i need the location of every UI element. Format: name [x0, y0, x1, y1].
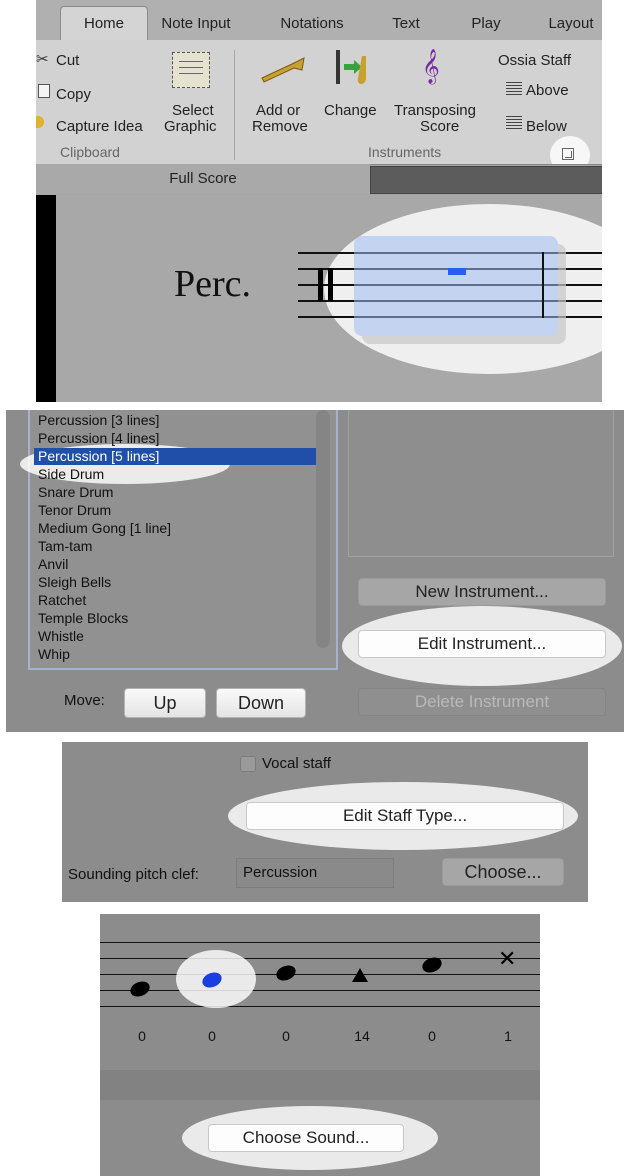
- full-score-tab[interactable]: Full Score: [36, 164, 370, 194]
- edit-instrument-button[interactable]: Edit Instrument...: [358, 630, 606, 658]
- measure-selection[interactable]: [354, 236, 558, 336]
- note-value-label: 0: [208, 1028, 216, 1044]
- sound-editor: ✕ 0 0 0 14 0 1 Choose Sound...: [100, 914, 540, 1176]
- list-item[interactable]: Temple Blocks: [38, 610, 128, 627]
- list-item[interactable]: Medium Gong [1 line]: [38, 520, 171, 537]
- list-item[interactable]: Percussion [3 lines]: [38, 412, 159, 429]
- clipboard-group-label: Clipboard: [60, 144, 120, 160]
- list-item[interactable]: Tam-tam: [38, 538, 92, 555]
- select-graphic-icon: [172, 52, 210, 88]
- score-left-bar: [36, 195, 56, 402]
- trumpet-icon: [258, 56, 308, 84]
- list-item[interactable]: Percussion [4 lines]: [38, 430, 159, 447]
- note-value-label: 0: [428, 1028, 436, 1044]
- tab-note-input[interactable]: Note Input: [146, 10, 246, 38]
- staff-line: [100, 1006, 540, 1007]
- staff-dialog: Vocal staff Edit Staff Type... Sounding …: [62, 742, 588, 902]
- barline: [542, 252, 544, 318]
- transposing-line1[interactable]: Transposing: [394, 102, 476, 119]
- ossia-below-button[interactable]: Below: [526, 118, 567, 135]
- move-label: Move:: [64, 692, 105, 709]
- choose-clef-button[interactable]: Choose...: [442, 858, 564, 886]
- vocal-staff-label: Vocal staff: [262, 755, 331, 772]
- tab-text[interactable]: Text: [376, 10, 436, 38]
- choose-sound-button[interactable]: Choose Sound...: [208, 1124, 404, 1152]
- add-remove-line1[interactable]: Add or: [256, 102, 300, 119]
- instrument-dialog: Percussion [3 lines] Percussion [4 lines…: [6, 410, 624, 732]
- list-item[interactable]: Anvil: [38, 556, 68, 573]
- edit-staff-type-button[interactable]: Edit Staff Type...: [246, 802, 564, 830]
- note-value-label: 0: [138, 1028, 146, 1044]
- move-down-button[interactable]: Down: [216, 688, 306, 718]
- instrument-name-label: Perc.: [174, 263, 252, 305]
- score-tab-empty: [370, 166, 602, 194]
- cut-button[interactable]: Cut: [56, 52, 79, 69]
- tab-home[interactable]: Home: [60, 10, 148, 38]
- tab-layout[interactable]: Layout: [536, 10, 602, 38]
- notehead[interactable]: [128, 978, 152, 1000]
- select-graphic-line2[interactable]: Graphic: [164, 118, 217, 135]
- ribbon-panel: Home Note Input Notations Text Play Layo…: [36, 0, 602, 402]
- ossia-staff-label: Ossia Staff: [498, 52, 572, 69]
- copy-icon: [38, 84, 50, 98]
- note-value-label: 1: [504, 1028, 512, 1044]
- ossia-above-icon: [506, 82, 522, 96]
- list-item-selected[interactable]: Percussion [5 lines]: [38, 448, 159, 465]
- transposing-line2[interactable]: Score: [420, 118, 459, 135]
- staff-line: [100, 958, 540, 959]
- add-remove-line2[interactable]: Remove: [252, 118, 308, 135]
- scissors-icon: ✂: [36, 51, 49, 68]
- staff-line: [100, 942, 540, 943]
- dialog-launcher-icon[interactable]: [562, 148, 574, 160]
- copy-button[interactable]: Copy: [56, 86, 91, 103]
- transposing-score-icon: 𝄞: [422, 50, 440, 83]
- percussion-clef: [318, 268, 323, 301]
- note-value-label: 0: [282, 1028, 290, 1044]
- capture-idea-button[interactable]: Capture Idea: [56, 118, 143, 135]
- sounding-pitch-clef-field[interactable]: Percussion: [236, 858, 394, 888]
- triangle-notehead[interactable]: [352, 968, 368, 982]
- change-instrument-icon: [332, 48, 372, 88]
- staff-line: [100, 974, 540, 975]
- ossia-above-button[interactable]: Above: [526, 82, 569, 99]
- list-item[interactable]: Whistle: [38, 628, 84, 645]
- group-divider: [234, 50, 235, 160]
- list-scrollbar[interactable]: [316, 410, 330, 648]
- move-up-button[interactable]: Up: [124, 688, 206, 718]
- list-item[interactable]: Sleigh Bells: [38, 574, 111, 591]
- list-item[interactable]: Snare Drum: [38, 484, 113, 501]
- notehead[interactable]: [274, 962, 298, 984]
- list-item[interactable]: Tenor Drum: [38, 502, 111, 519]
- whole-rest: [448, 268, 466, 275]
- tab-notations[interactable]: Notations: [262, 10, 362, 38]
- percussion-clef: [328, 268, 333, 301]
- list-item[interactable]: Side Drum: [38, 466, 104, 483]
- sounding-pitch-clef-label: Sounding pitch clef:: [68, 866, 199, 883]
- delete-instrument-button[interactable]: Delete Instrument: [358, 688, 606, 716]
- vocal-staff-checkbox[interactable]: [240, 756, 256, 772]
- change-button[interactable]: Change: [324, 102, 377, 119]
- select-graphic-line1[interactable]: Select: [172, 102, 214, 119]
- list-item[interactable]: Ratchet: [38, 592, 86, 609]
- tab-play[interactable]: Play: [456, 10, 516, 38]
- sound-editor-divider: [100, 1070, 540, 1100]
- list-item[interactable]: Whip: [38, 646, 70, 663]
- new-instrument-button[interactable]: New Instrument...: [358, 578, 606, 606]
- instruments-group-label: Instruments: [368, 144, 442, 160]
- staff-line: [100, 990, 540, 991]
- ossia-below-icon: [506, 116, 522, 130]
- note-value-label: 14: [354, 1028, 370, 1044]
- instrument-preview-box: [348, 410, 614, 557]
- cross-notehead[interactable]: ✕: [498, 948, 516, 970]
